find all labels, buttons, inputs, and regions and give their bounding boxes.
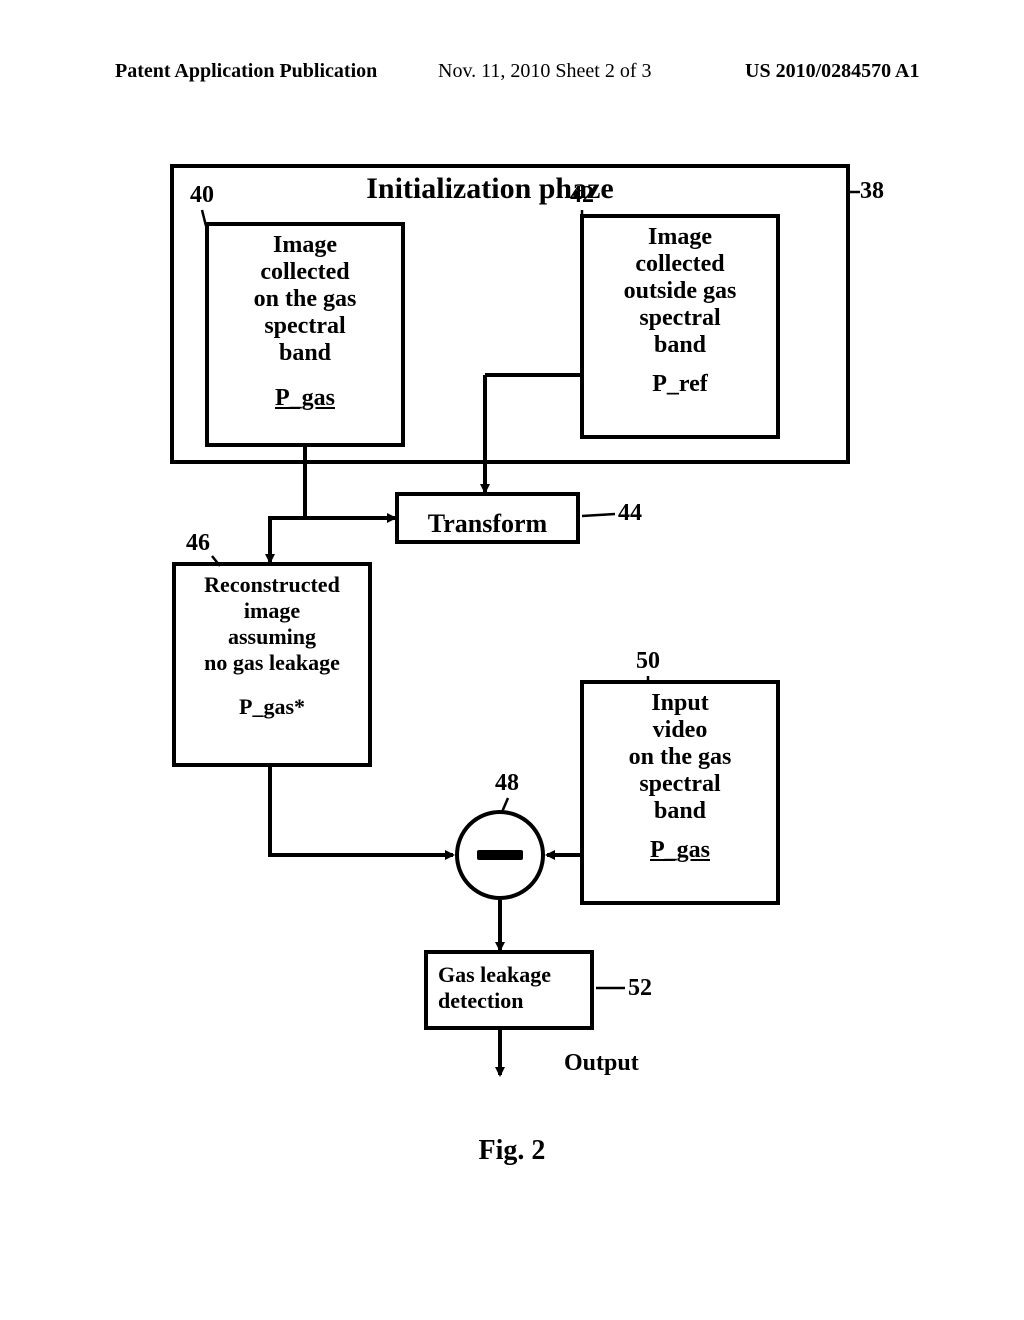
ref-42: 42: [570, 182, 594, 209]
ref-40: 40: [190, 182, 214, 209]
box46-line2: image: [180, 598, 364, 624]
box50-line5: band: [588, 798, 772, 825]
ref-48: 48: [495, 770, 519, 797]
ref-44: 44: [618, 500, 642, 527]
box42-line3: outside gas: [588, 278, 772, 305]
box-transform: Transform: [395, 492, 580, 544]
box40-line5: band: [213, 340, 397, 367]
box50-line3: on the gas: [588, 744, 772, 771]
box42-line2: collected: [588, 251, 772, 278]
box42-line5: band: [588, 332, 772, 359]
subtract-node: [455, 810, 545, 900]
page: Patent Application Publication Nov. 11, …: [0, 0, 1024, 1320]
box40-line3: on the gas: [213, 286, 397, 313]
box40-line1: Image: [213, 232, 397, 259]
box-input-video: Input video on the gas spectral band P_g…: [580, 680, 780, 905]
box52-line1: Gas leakage: [438, 962, 580, 988]
ref-52: 52: [628, 975, 652, 1002]
output-label: Output: [564, 1050, 639, 1077]
box-image-outside-gas-band: Image collected outside gas spectral ban…: [580, 214, 780, 439]
ref-50: 50: [636, 648, 660, 675]
initialization-phase-title: Initialization phaze: [290, 172, 690, 206]
box40-line4: spectral: [213, 313, 397, 340]
box-gas-leakage-detection: Gas leakage detection: [424, 950, 594, 1030]
box46-line3: assuming: [180, 624, 364, 650]
header-patent-number: US 2010/0284570 A1: [745, 60, 919, 83]
box50-line4: spectral: [588, 771, 772, 798]
box50-line2: video: [588, 717, 772, 744]
ref-38: 38: [860, 178, 884, 205]
box44-text: Transform: [428, 509, 547, 538]
box-reconstructed-image: Reconstructed image assuming no gas leak…: [172, 562, 372, 767]
box46-var: P_gas*: [180, 694, 364, 720]
ref-46: 46: [186, 530, 210, 557]
box42-line1: Image: [588, 224, 772, 251]
box52-line2: detection: [438, 988, 580, 1014]
box50-line1: Input: [588, 690, 772, 717]
box50-var: P_gas: [588, 837, 772, 864]
box46-line4: no gas leakage: [180, 650, 364, 676]
box-image-on-gas-band: Image collected on the gas spectral band…: [205, 222, 405, 447]
header-date-sheet: Nov. 11, 2010 Sheet 2 of 3: [438, 60, 652, 83]
header-publication: Patent Application Publication: [115, 60, 377, 83]
box42-line4: spectral: [588, 305, 772, 332]
box40-var: P_gas: [213, 385, 397, 412]
box42-var: P_ref: [588, 371, 772, 398]
figure-caption: Fig. 2: [0, 1135, 1024, 1167]
box46-line1: Reconstructed: [180, 572, 364, 598]
box40-line2: collected: [213, 259, 397, 286]
